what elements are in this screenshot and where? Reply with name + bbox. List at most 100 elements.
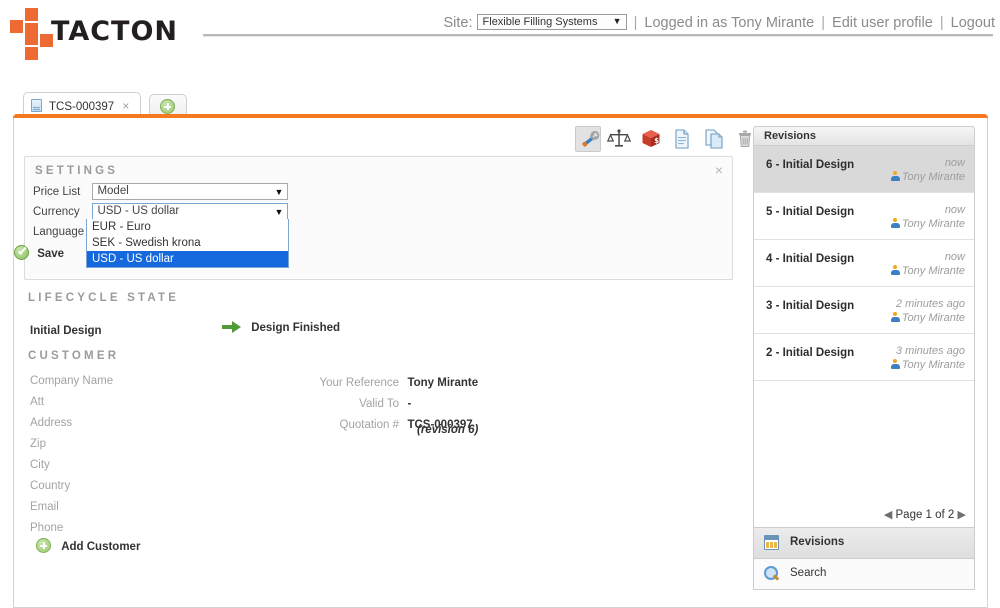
user-icon [891,265,900,275]
revision-user: Tony Mirante [891,171,965,183]
customer-field-list: Company Name Att Address Zip City Countr… [30,371,113,539]
detail-key: Valid To [313,394,399,415]
configure-icon[interactable] [575,126,601,152]
edit-user-profile-link[interactable]: Edit user profile [832,15,933,31]
header-user-bar: Site: ▼ Flexible Filling Systems | Logge… [443,14,995,31]
add-customer-label: Add Customer [61,541,140,553]
separator-3: | [937,15,947,31]
revision-row-2[interactable]: 2 - Initial Design 3 minutes ago Tony Mi… [754,334,974,381]
sidebar-item-search[interactable]: Search [753,559,975,590]
customer-title: CUSTOMER [28,350,119,362]
customer-field-city: City [30,455,113,476]
plus-icon [160,99,175,114]
revision-title: 3 - Initial Design [766,300,854,312]
separator-2: | [818,15,828,31]
setting-row-language: Language [33,223,88,242]
lifecycle-action-design-finished[interactable]: Design Finished [222,321,340,334]
revision-row-4[interactable]: 4 - Initial Design now Tony Mirante [754,240,974,287]
detail-value: - [403,394,411,415]
plus-icon [36,538,51,553]
save-settings-button[interactable]: Save [14,245,64,260]
revision-row-6[interactable]: 6 - Initial Design now Tony Mirante [754,146,974,193]
customer-field-company-name: Company Name [30,371,113,392]
chevron-down-icon: ▼ [599,16,624,26]
currency-option-sek[interactable]: SEK - Swedish krona [87,235,288,251]
revisions-list[interactable]: 6 - Initial Design now Tony Mirante 5 - … [753,146,975,528]
sidebar-item-label: Revisions [790,536,844,548]
header-divider [203,34,993,37]
currency-dropdown-list[interactable]: EUR - Euro SEK - Swedish krona USD - US … [86,219,289,268]
logged-in-text: Logged in as Tony Mirante [644,15,814,31]
revision-row-3[interactable]: 3 - Initial Design 2 minutes ago Tony Mi… [754,287,974,334]
pricing-cube-icon[interactable]: $ [638,126,664,152]
logo-wordmark: TACTON [51,16,178,47]
customer-field-country: Country [30,476,113,497]
close-icon[interactable]: × [122,99,129,113]
revisions-sidebar: Revisions 6 - Initial Design now Tony Mi… [753,126,975,592]
compare-icon[interactable] [606,126,632,152]
revisions-panel-header: Revisions [753,126,975,146]
detail-value: Tony Mirante [403,373,478,394]
next-page-icon[interactable]: ▶ [958,509,966,521]
currency-option-usd[interactable]: USD - US dollar [87,251,288,267]
price-list-select[interactable]: Model ▼ [92,183,288,200]
revision-user: Tony Mirante [891,265,965,277]
revision-row-5[interactable]: 5 - Initial Design now Tony Mirante [754,193,974,240]
separator-1: | [631,15,641,31]
logout-link[interactable]: Logout [951,15,995,31]
price-list-value: Model [97,185,128,197]
revision-time: 2 minutes ago [896,298,965,310]
revision-title: 2 - Initial Design [766,347,854,359]
customer-field-address: Address [30,413,113,434]
site-select-value: Flexible Filling Systems [483,16,598,28]
customer-field-phone: Phone [30,518,113,539]
sidebar-item-label: Search [790,567,826,579]
close-icon[interactable]: × [715,162,723,178]
page-header: TACTON Site: ▼ Flexible Filling Systems … [0,0,1000,62]
detail-key: Your Reference [313,373,399,394]
lifecycle-action-label: Design Finished [251,322,340,334]
revision-user: Tony Mirante [891,359,965,371]
site-select[interactable]: ▼ Flexible Filling Systems [477,14,627,30]
language-label: Language [33,226,88,238]
currency-select[interactable]: USD - US dollar ▼ [92,203,288,220]
customer-field-att: Att [30,392,113,413]
user-icon [891,359,900,369]
detail-valid-to: Valid To - [313,392,543,413]
revision-time: now [945,204,965,216]
revision-user: Tony Mirante [891,218,965,230]
quotation-revision-label: (revision 6) [417,424,478,436]
revision-time: now [945,251,965,263]
user-icon [891,171,900,181]
svg-text:$: $ [654,137,659,145]
check-icon [14,245,29,260]
currency-label: Currency [33,206,88,218]
tacton-logo[interactable]: TACTON [10,8,190,60]
revision-time: now [945,157,965,169]
chevron-down-icon: ▼ [275,185,284,200]
settings-title: SETTINGS [35,165,118,177]
customer-field-zip: Zip [30,434,113,455]
tab-label: TCS-000397 [49,101,114,113]
document-icon [31,99,42,112]
user-icon [891,218,900,228]
revision-title: 6 - Initial Design [766,159,854,171]
revision-time: 3 minutes ago [896,345,965,357]
customer-field-email: Email [30,497,113,518]
revision-user: Tony Mirante [891,312,965,324]
lifecycle-current-state: Initial Design [30,325,102,337]
document-icon[interactable] [669,126,695,152]
prev-page-icon[interactable]: ◀ [884,509,892,521]
price-list-label: Price List [33,186,88,198]
sidebar-item-revisions[interactable]: Revisions [753,528,975,559]
currency-option-eur[interactable]: EUR - Euro [87,219,288,235]
pager-label: Page 1 of 2 [896,509,955,521]
copy-icon[interactable] [701,126,727,152]
arrow-right-icon [222,321,242,332]
site-label: Site: [443,15,472,31]
add-customer-button[interactable]: Add Customer [36,538,140,553]
calendar-icon [764,535,779,550]
setting-row-price-list: Price List Model ▼ [33,183,288,202]
document-toolbar: $ [575,126,759,152]
detail-your-reference: Your Reference Tony Mirante [313,371,543,392]
